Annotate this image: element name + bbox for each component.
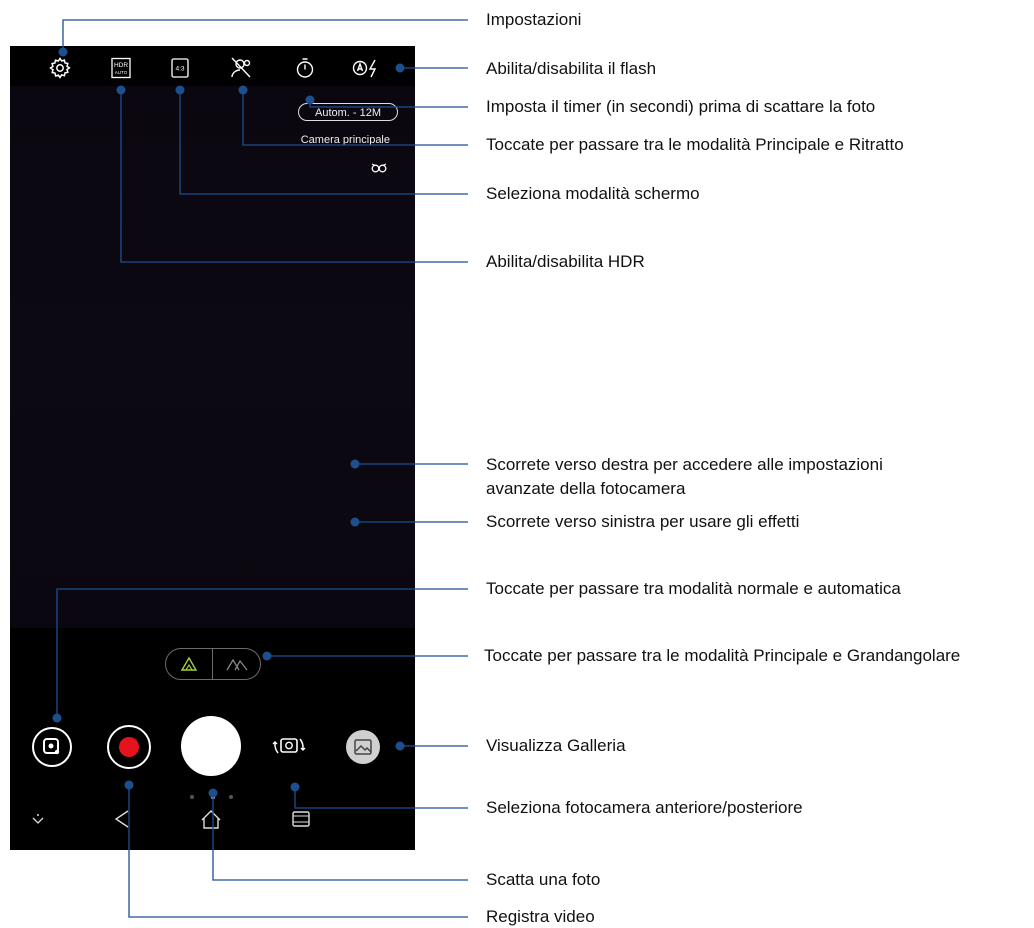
- annotation-hdr: Abilita/disabilita HDR: [486, 252, 645, 271]
- annotation-front-rear: Seleziona fotocamera anteriore/posterior…: [486, 798, 803, 817]
- annotation-flash: Abilita/disabilita il flash: [486, 59, 657, 78]
- annotation-shoot: Scatta una foto: [486, 870, 601, 889]
- annotation-timer: Imposta il timer (in secondi) prima di s…: [486, 97, 876, 116]
- annotation-wide: Toccate per passare tra le modalità Prin…: [484, 646, 961, 665]
- annotation-record: Registra video: [486, 907, 595, 926]
- annotation-swipe-right: Scorrete verso destra per accedere alle …: [486, 455, 883, 498]
- annotation-auto-mode: Toccate per passare tra modalità normale…: [486, 579, 901, 598]
- annotation-screen-mode: Seleziona modalità schermo: [486, 184, 700, 203]
- annotation-portrait: Toccate per passare tra le modalità Prin…: [486, 135, 904, 154]
- annotation-settings: Impostazioni: [486, 10, 582, 29]
- annotation-swipe-left: Scorrete verso sinistra per usare gli ef…: [486, 512, 800, 531]
- annotation-gallery: Visualizza Galleria: [486, 736, 626, 755]
